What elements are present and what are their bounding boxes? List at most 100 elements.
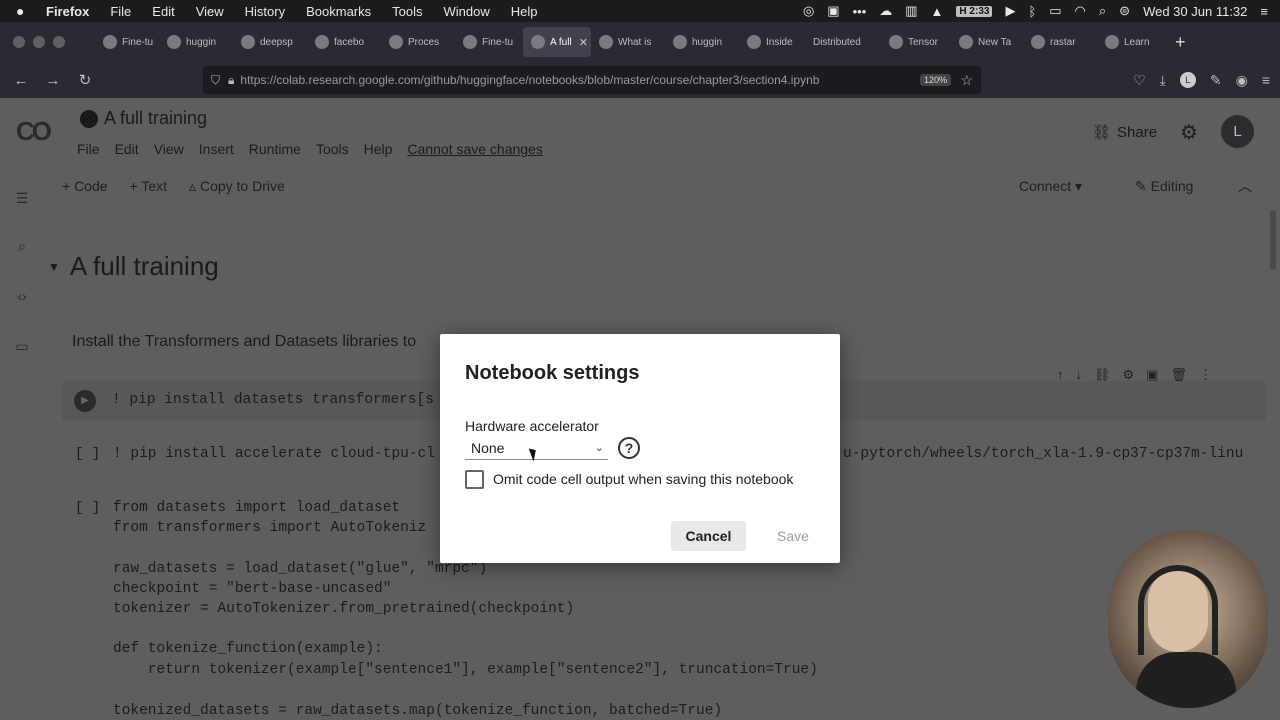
panel-icon[interactable]: ▥ — [905, 3, 917, 19]
editing-button[interactable]: ✎ Editing — [1135, 178, 1193, 195]
menu-view[interactable]: View — [196, 4, 224, 19]
code-line[interactable]: from transformers import AutoTokeniz — [113, 520, 426, 536]
new-tab-icon[interactable]: + — [1175, 32, 1186, 53]
lock-icon[interactable]: 🔒︎ — [228, 73, 234, 88]
browser-tab[interactable]: Learn — [1097, 27, 1167, 57]
bookmark-star-icon[interactable]: ☆ — [960, 72, 973, 89]
more-dots-icon[interactable]: ••• — [853, 4, 867, 19]
avatar[interactable]: L — [1221, 115, 1254, 148]
minimize-window-button[interactable] — [33, 36, 45, 48]
notebook-title-text[interactable]: A full training — [104, 108, 207, 129]
browser-tab[interactable]: deepsp — [233, 27, 307, 57]
notification-icon[interactable]: ≡ — [1260, 4, 1268, 19]
chevron-up-icon[interactable]: ︿ — [1238, 176, 1252, 196]
cell-code[interactable]: ! pip install accelerate cloud-tpu-cl — [113, 446, 435, 462]
omit-output-checkbox[interactable] — [465, 470, 484, 489]
browser-tab[interactable]: Proces — [381, 27, 455, 57]
hamburger-menu-icon[interactable]: ≡ — [1262, 72, 1270, 88]
pocket-icon[interactable]: ♡ — [1133, 72, 1146, 89]
browser-tab[interactable]: Distributed — [805, 27, 881, 57]
menu-file[interactable]: File — [110, 4, 131, 19]
browser-tab[interactable]: Inside — [739, 27, 805, 57]
code-line[interactable]: from datasets import load_dataset — [113, 500, 400, 516]
colab-menu-tools[interactable]: Tools — [316, 141, 349, 157]
colab-menu-runtime[interactable]: Runtime — [249, 141, 301, 157]
browser-tab[interactable]: What is — [591, 27, 665, 57]
folder-icon[interactable]: ▭ — [12, 338, 32, 355]
cell-code[interactable]: ! pip install datasets transformers[s — [112, 392, 434, 408]
back-arrow-icon[interactable]: ← — [5, 72, 37, 89]
browser-tab[interactable]: rastar — [1023, 27, 1097, 57]
cell-code[interactable]: u-pytorch/wheels/torch_xla-1.9-cp37-cp37… — [843, 446, 1243, 462]
timer-badge[interactable]: H 2:33 — [956, 5, 993, 17]
shield-icon[interactable]: ⛉ — [211, 73, 220, 88]
menu-firefox[interactable]: Firefox — [46, 4, 89, 19]
code-line[interactable]: return tokenizer(example["sentence1"], e… — [113, 662, 818, 678]
clock[interactable]: Wed 30 Jun 11:32 — [1143, 4, 1247, 19]
colab-menu-edit[interactable]: Edit — [115, 141, 139, 157]
colab-menu-insert[interactable]: Insert — [199, 141, 234, 157]
colab-menu-help[interactable]: Help — [364, 141, 393, 157]
copy-to-drive-button[interactable]: ▵ Copy to Drive — [189, 178, 285, 195]
play-icon[interactable]: ▶ — [1005, 3, 1015, 19]
vlc-icon[interactable]: ▲ — [931, 4, 944, 19]
apple-menu-icon[interactable]: ● — [16, 3, 32, 19]
menu-help[interactable]: Help — [511, 4, 538, 19]
download-icon[interactable]: ⤓ — [1160, 72, 1166, 89]
run-cell-icon[interactable]: ▶ — [74, 390, 96, 412]
cloud-icon[interactable]: ☁ — [879, 3, 892, 19]
bluetooth-icon[interactable]: ᛒ — [1028, 4, 1036, 19]
browser-tab[interactable]: facebo — [307, 27, 381, 57]
wifi-icon[interactable]: ◠ — [1075, 3, 1086, 19]
code-line[interactable]: raw_datasets = load_dataset("glue", "mrp… — [113, 561, 487, 577]
browser-tab-active[interactable]: A full ✕ — [523, 27, 591, 57]
colab-menu-view[interactable]: View — [154, 141, 184, 157]
code-line[interactable]: tokenizer = AutoTokenizer.from_pretraine… — [113, 601, 574, 617]
menu-bookmarks[interactable]: Bookmarks — [306, 4, 371, 19]
browser-tab[interactable]: huggin — [665, 27, 739, 57]
code-line[interactable]: def tokenize_function(example): — [113, 641, 383, 657]
close-window-button[interactable] — [13, 36, 25, 48]
menu-edit[interactable]: Edit — [152, 4, 174, 19]
browser-tab[interactable]: Tensor — [881, 27, 951, 57]
collapse-triangle-icon[interactable]: ▼ — [48, 260, 60, 274]
add-text-button[interactable]: + Text — [130, 178, 168, 195]
spotlight-icon[interactable]: ⌕ — [1099, 3, 1106, 19]
cancel-button[interactable]: Cancel — [671, 521, 746, 551]
account-icon[interactable]: ◉ — [1236, 72, 1248, 89]
scrollbar[interactable] — [1270, 210, 1276, 270]
menu-window[interactable]: Window — [444, 4, 490, 19]
colab-menu-file[interactable]: File — [77, 141, 100, 157]
close-tab-icon[interactable]: ✕ — [579, 36, 588, 49]
extensions-icon[interactable]: ✎ — [1210, 72, 1222, 89]
share-button[interactable]: ⛓ Share — [1092, 123, 1157, 142]
zoom-badge[interactable]: 120% — [919, 74, 951, 86]
add-code-button[interactable]: + Code — [62, 178, 108, 195]
browser-tab[interactable]: Fine-tu — [455, 27, 523, 57]
url-text[interactable]: https://colab.research.google.com/github… — [240, 73, 819, 87]
control-center-icon[interactable]: ⊜ — [1119, 3, 1130, 19]
reload-icon[interactable]: ↻ — [69, 71, 101, 89]
maximize-window-button[interactable] — [53, 36, 65, 48]
settings-gear-icon[interactable]: ⚙ — [1180, 120, 1198, 145]
connect-button[interactable]: Connect ▾ — [1019, 178, 1082, 195]
browser-tab[interactable]: New Ta — [951, 27, 1023, 57]
screen-icon[interactable]: ▣ — [827, 3, 839, 19]
cell-bracket[interactable]: [ ] — [75, 446, 100, 462]
colab-logo[interactable]: CO — [16, 116, 52, 147]
save-button[interactable]: Save — [758, 521, 828, 551]
battery-icon[interactable]: ▭ — [1049, 3, 1061, 19]
url-bar[interactable]: ⛉ 🔒︎ https://colab.research.google.com/g… — [203, 66, 981, 94]
menu-tools[interactable]: Tools — [392, 4, 422, 19]
notebook-title[interactable]: A full training — [80, 108, 207, 129]
browser-tab[interactable]: huggin — [159, 27, 233, 57]
browser-tab[interactable]: Fine-tu — [95, 27, 159, 57]
menu-history[interactable]: History — [245, 4, 285, 19]
forward-arrow-icon[interactable]: → — [37, 72, 69, 89]
creative-cloud-icon[interactable]: ◎ — [803, 3, 814, 19]
profile-icon[interactable]: L — [1179, 72, 1196, 88]
code-snippets-icon[interactable]: ‹› — [12, 288, 32, 304]
cell-bracket[interactable]: [ ] — [75, 500, 100, 516]
code-line[interactable]: tokenized_datasets = raw_datasets.map(to… — [113, 703, 722, 719]
cannot-save-link[interactable]: Cannot save changes — [407, 141, 542, 157]
